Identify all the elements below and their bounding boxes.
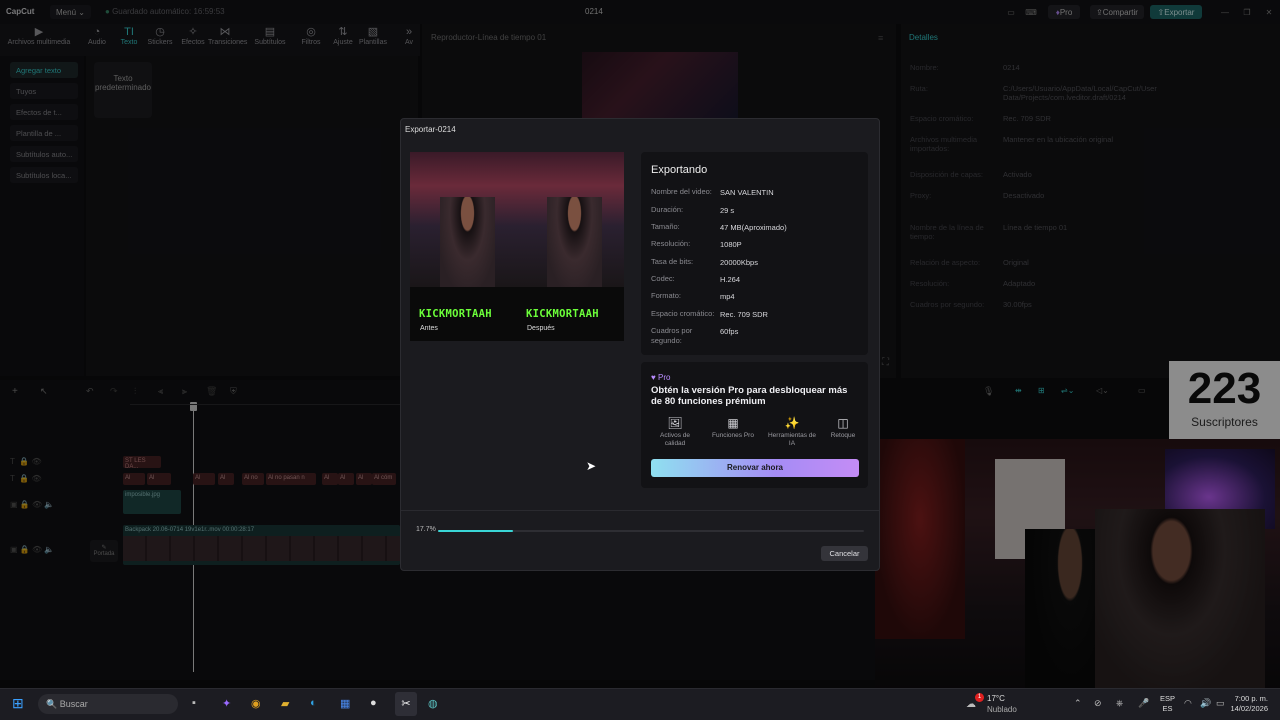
magic-wand-icon: ✨ <box>784 416 800 430</box>
export-dialog-title: Exportar-0214 <box>405 125 456 134</box>
globe-icon[interactable]: ◍ <box>428 697 438 710</box>
task-view-icon[interactable]: ▪ <box>192 697 196 709</box>
heart-icon: ♥ <box>651 373 658 382</box>
preview-person <box>440 197 495 287</box>
pro-feature-label: Retoque <box>830 432 856 439</box>
export-progress-fill <box>438 530 514 532</box>
wifi-icon[interactable]: ◠ <box>1184 698 1192 709</box>
bluetooth-icon[interactable]: ⎈ <box>1116 698 1123 709</box>
search-placeholder: Buscar <box>59 699 88 709</box>
volume-icon[interactable]: 🔊 <box>1200 698 1211 709</box>
export-info-label: Resolución: <box>651 239 691 248</box>
pro-badge-label: Pro <box>657 373 671 382</box>
lang-top: ESP <box>1160 694 1176 703</box>
obs-icon[interactable]: ● <box>370 697 377 709</box>
network-icon[interactable]: ⊘ <box>1094 698 1102 709</box>
cloud-icon: ☁ <box>966 699 976 710</box>
export-info-label: Cuadros por segundo: <box>651 326 693 345</box>
dialog-divider <box>401 510 879 511</box>
notification-badge: 1 <box>975 693 984 702</box>
export-info-label: Codec: <box>651 274 675 283</box>
export-info-label: Tasa de bits: <box>651 257 694 266</box>
export-info-label: Espacio cromático: <box>651 309 715 318</box>
export-preview: KICKMORTAAH KICKMORTAAH Antes Después <box>410 152 624 341</box>
export-info-label: Nombre del video: <box>651 187 712 196</box>
renew-now-button[interactable]: Renovar ahora <box>651 459 859 477</box>
export-info-value: 20000Kbps <box>720 258 758 267</box>
pro-feature-label: Herramientas de IA <box>767 432 817 447</box>
file-explorer-icon[interactable]: ▰ <box>281 697 289 710</box>
before-label: Antes <box>420 325 438 332</box>
preview-before-image <box>410 152 517 287</box>
taskbar-search[interactable]: 🔍 Buscar <box>38 694 178 714</box>
export-info-panel <box>641 152 868 355</box>
clock[interactable]: 7:00 p. m. 14/02/2026 <box>1228 694 1268 714</box>
pro-feature-label: Funciones Pro <box>712 432 754 439</box>
preview-person-after <box>547 197 602 287</box>
mouse-cursor-icon: ➤ <box>586 459 597 473</box>
preview-after-image <box>517 152 624 287</box>
search-icon: 🔍 <box>46 699 60 709</box>
export-info-value: 47 MB(Aproximado) <box>720 223 787 232</box>
pro-feature-label: Activos de calidad <box>660 432 690 447</box>
after-label: Después <box>527 325 555 332</box>
capcut-taskbar-icon[interactable]: ✂ <box>395 692 417 716</box>
export-info-value: H.264 <box>720 275 741 284</box>
kick-text-after: KICKMORTAAH <box>526 308 599 320</box>
clock-date: 14/02/2026 <box>1230 704 1268 713</box>
lang-bottom: ES <box>1162 704 1173 713</box>
pro-upsell-text: Obtén la versión Pro para desbloquear má… <box>651 385 848 407</box>
image-icon: 🖼 <box>667 416 683 430</box>
chevron-up-icon[interactable]: ⌃ <box>1074 698 1082 709</box>
export-status-heading: Exportando <box>651 164 708 176</box>
edge-icon[interactable]: ◐ <box>310 697 317 709</box>
pro-badge: ♥ Pro <box>651 373 670 382</box>
cancel-button[interactable]: Cancelar <box>821 546 868 561</box>
kick-text-before: KICKMORTAAH <box>419 308 492 320</box>
chrome-icon[interactable]: ◉ <box>251 697 261 710</box>
export-info-value: 29 s <box>720 206 735 215</box>
pro-feature-1: 🖼 Activos de calidad <box>650 416 700 448</box>
pro-feature-2: ▦ Funciones Pro <box>708 416 758 440</box>
copilot-icon[interactable]: ✦ <box>222 697 231 710</box>
pro-feature-4: ◫ Retoque <box>818 416 868 440</box>
grid-icon: ▦ <box>727 416 739 430</box>
export-progress-percent: 17.7% <box>416 526 436 533</box>
windows-start-icon[interactable]: ⊞ <box>12 695 24 712</box>
weather-desc: Nublado <box>987 705 1017 714</box>
export-info-value: Rec. 709 SDR <box>720 310 768 319</box>
export-info-label: Duración: <box>651 205 684 214</box>
export-info-value: mp4 <box>720 292 735 301</box>
pro-feature-3: ✨ Herramientas de IA <box>767 416 817 448</box>
weather-temp: 17°C <box>987 694 1005 703</box>
store-icon[interactable]: ▦ <box>340 697 350 710</box>
retouch-icon: ◫ <box>837 416 849 430</box>
language-indicator[interactable]: ESP ES <box>1160 694 1175 714</box>
weather-widget[interactable]: ☁ 1 17°C Nublado <box>966 693 1026 715</box>
clock-time: 7:00 p. m. <box>1234 694 1268 703</box>
mic-tray-icon[interactable]: 🎤 <box>1138 698 1149 709</box>
export-info-label: Formato: <box>651 291 682 300</box>
export-info-label: Tamaño: <box>651 222 680 231</box>
export-info-value: 60fps <box>720 327 739 336</box>
battery-icon[interactable]: ▭ <box>1216 698 1225 709</box>
export-info-value: SAN VALENTIN <box>720 188 774 197</box>
export-info-value: 1080P <box>720 240 742 249</box>
